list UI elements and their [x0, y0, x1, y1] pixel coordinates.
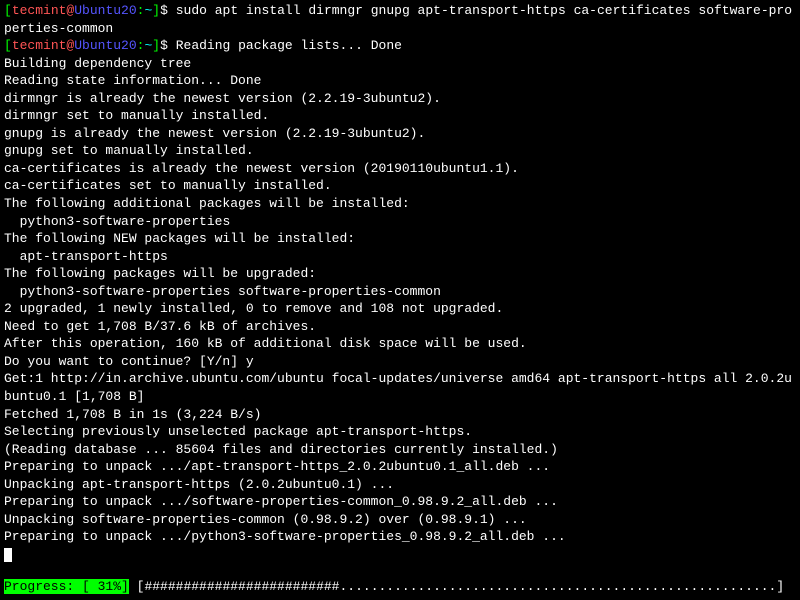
progress-fill: #########################: [144, 579, 339, 594]
progress-label: Progress: [ 31%]: [4, 579, 129, 594]
progress-bar: Progress: [ 31%] [######################…: [0, 578, 800, 596]
shell-prompt: [tecmint@Ubuntu20:~]$: [4, 38, 168, 53]
cursor: [4, 548, 12, 562]
apt-output: Reading package lists... Done Building d…: [4, 38, 792, 544]
shell-prompt: [tecmint@Ubuntu20:~]$: [4, 3, 168, 18]
progress-empty: ........................................…: [339, 579, 776, 594]
terminal-output-area[interactable]: [tecmint@Ubuntu20:~]$ sudo apt install d…: [4, 2, 796, 564]
